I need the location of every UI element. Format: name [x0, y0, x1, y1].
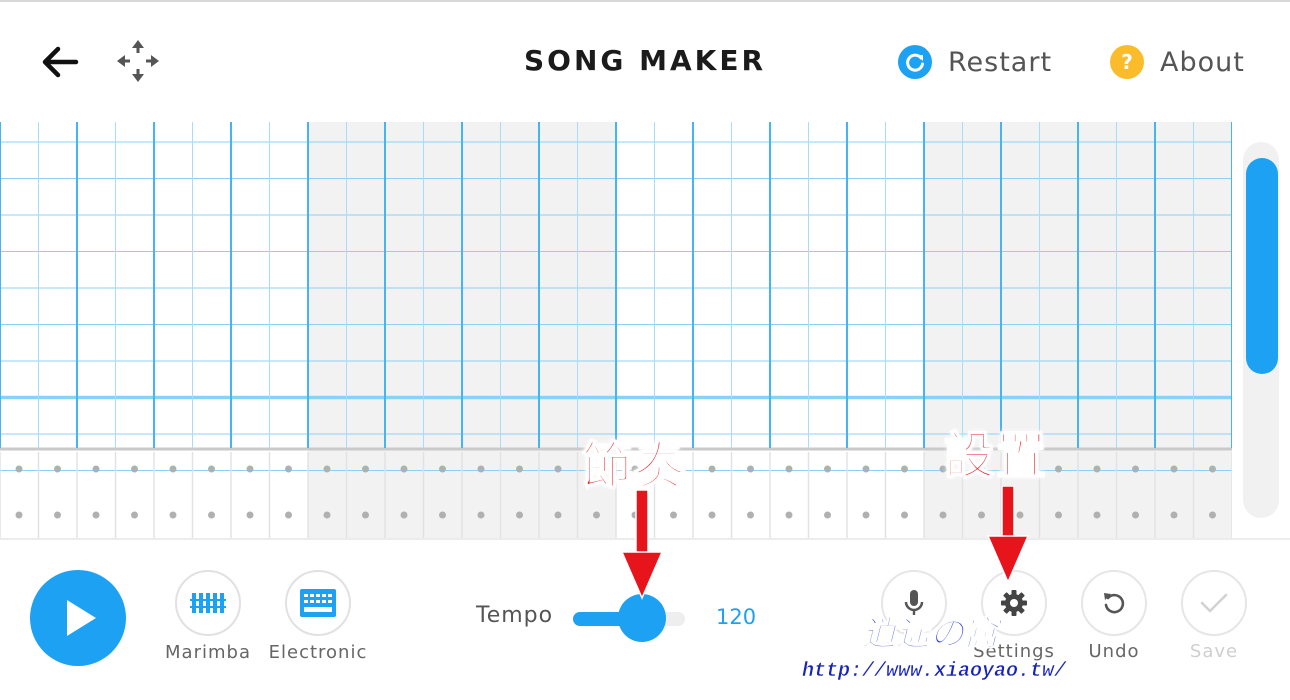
marimba-label: Marimba	[165, 642, 251, 663]
rhythm-cell-dot[interactable]	[708, 511, 716, 519]
marimba-button[interactable]	[175, 570, 241, 636]
rhythm-cell-dot[interactable]	[323, 511, 331, 519]
rhythm-cell-dot[interactable]	[747, 465, 754, 473]
rhythm-cell-dot[interactable]	[516, 511, 523, 519]
question-icon: ?	[1110, 45, 1144, 79]
scrollbar-thumb[interactable]	[1246, 158, 1278, 374]
save-button[interactable]	[1181, 570, 1247, 636]
rhythm-cell-dot[interactable]	[246, 465, 254, 473]
rhythm-cell-dot[interactable]	[131, 465, 138, 473]
rhythm-cell-dot[interactable]	[362, 465, 369, 473]
checkmark-icon	[1200, 593, 1228, 613]
rhythm-cell-dot[interactable]	[92, 465, 100, 473]
rhythm-cell-dot[interactable]	[554, 511, 562, 519]
header-bar: SONG MAKER Restart ? About	[0, 2, 1290, 120]
annotation-tempo: 節奏	[581, 436, 686, 496]
about-label: About	[1160, 46, 1245, 78]
electronic-keyboard-icon	[300, 589, 336, 617]
tempo-label: Tempo	[476, 603, 554, 628]
about-button[interactable]: ? About	[1110, 44, 1245, 80]
restart-label: Restart	[948, 46, 1053, 78]
play-button[interactable]	[30, 570, 126, 666]
rhythm-cell-dot[interactable]	[92, 511, 100, 519]
electronic-button[interactable]	[285, 570, 351, 636]
rhythm-cell-dot[interactable]	[1055, 511, 1062, 519]
rhythm-cell-dot[interactable]	[670, 511, 677, 519]
rhythm-cell-dot[interactable]	[169, 511, 177, 519]
rhythm-cell-dot[interactable]	[824, 465, 831, 473]
rhythm-cell-dot[interactable]	[978, 511, 985, 519]
rhythm-cell-dot[interactable]	[323, 465, 331, 473]
annotation-settings: 設置	[943, 426, 1048, 486]
rhythm-cell-dot[interactable]	[1093, 465, 1101, 473]
rhythm-cell-dot[interactable]	[208, 465, 215, 473]
restart-button[interactable]: Restart	[898, 44, 1052, 80]
rhythm-cell-dot[interactable]	[54, 511, 61, 519]
rhythm-cell-dot[interactable]	[939, 511, 947, 519]
page-title: SONG MAKER	[523, 44, 767, 77]
rhythm-cell-dot[interactable]	[477, 511, 485, 519]
rhythm-cell-dot[interactable]	[1170, 511, 1178, 519]
rhythm-cell-dot[interactable]	[1132, 465, 1139, 473]
electronic-label: Electronic	[268, 642, 368, 663]
rhythm-cell-dot[interactable]	[1055, 465, 1062, 473]
rhythm-cell-dot[interactable]	[901, 511, 908, 519]
rhythm-cell-dot[interactable]	[285, 465, 292, 473]
rhythm-cell-dot[interactable]	[285, 511, 292, 519]
tempo-value: 120	[716, 605, 757, 629]
rhythm-cell-dot[interactable]	[400, 465, 408, 473]
instrument-electronic[interactable]: Electronic	[268, 570, 368, 663]
rhythm-cell-dot[interactable]	[477, 465, 485, 473]
rhythm-cell-dot[interactable]	[785, 465, 793, 473]
rhythm-cell-dot[interactable]	[439, 511, 446, 519]
restart-icon	[898, 45, 932, 79]
annotation-arrow-tempo	[620, 490, 664, 600]
rhythm-cell-dot[interactable]	[1170, 465, 1178, 473]
rhythm-cell-dot[interactable]	[15, 511, 23, 519]
rhythm-cell-dot[interactable]	[1209, 465, 1216, 473]
rhythm-cell-dot[interactable]	[1093, 511, 1101, 519]
watermark-url: http://www.xiaoyao.tw/	[802, 660, 1067, 684]
rhythm-cell-dot[interactable]	[901, 465, 908, 473]
rhythm-cell-dot[interactable]	[785, 511, 793, 519]
rhythm-cell-dot[interactable]	[862, 511, 870, 519]
watermark-title: 逍遙の窩	[862, 614, 999, 655]
rhythm-cell-dot[interactable]	[439, 465, 446, 473]
rhythm-cell-dot[interactable]	[747, 511, 754, 519]
rhythm-cell-dot[interactable]	[54, 465, 61, 473]
rhythm-cell-dot[interactable]	[593, 511, 600, 519]
rhythm-cell-dot[interactable]	[208, 511, 215, 519]
tempo-slider-handle[interactable]	[618, 594, 666, 642]
rhythm-cell-dot[interactable]	[824, 511, 831, 519]
rhythm-cell-dot[interactable]	[1132, 511, 1139, 519]
undo-button[interactable]	[1081, 570, 1147, 636]
save-control[interactable]: Save	[1164, 570, 1264, 662]
play-icon	[67, 600, 96, 636]
rhythm-cell-dot[interactable]	[1209, 511, 1216, 519]
rhythm-cell-dot[interactable]	[862, 465, 870, 473]
rhythm-cell-dot[interactable]	[362, 511, 369, 519]
rhythm-cell-dot[interactable]	[131, 511, 138, 519]
rhythm-cell-dot[interactable]	[400, 511, 408, 519]
marimba-icon	[190, 593, 226, 613]
rhythm-cell-dot[interactable]	[15, 465, 23, 473]
save-label: Save	[1189, 641, 1239, 662]
rhythm-cell-dot[interactable]	[554, 465, 562, 473]
rhythm-cell-dot[interactable]	[246, 511, 254, 519]
annotation-arrow-settings	[986, 486, 1030, 584]
undo-icon	[1104, 593, 1125, 614]
watermark: 逍遙の窩 http://www.xiaoyao.tw/	[800, 604, 1090, 694]
rhythm-cell-dot[interactable]	[516, 465, 523, 473]
rhythm-cell-dot[interactable]	[708, 465, 716, 473]
rhythm-cell-dot[interactable]	[169, 465, 177, 473]
instrument-marimba[interactable]: Marimba	[158, 570, 258, 663]
